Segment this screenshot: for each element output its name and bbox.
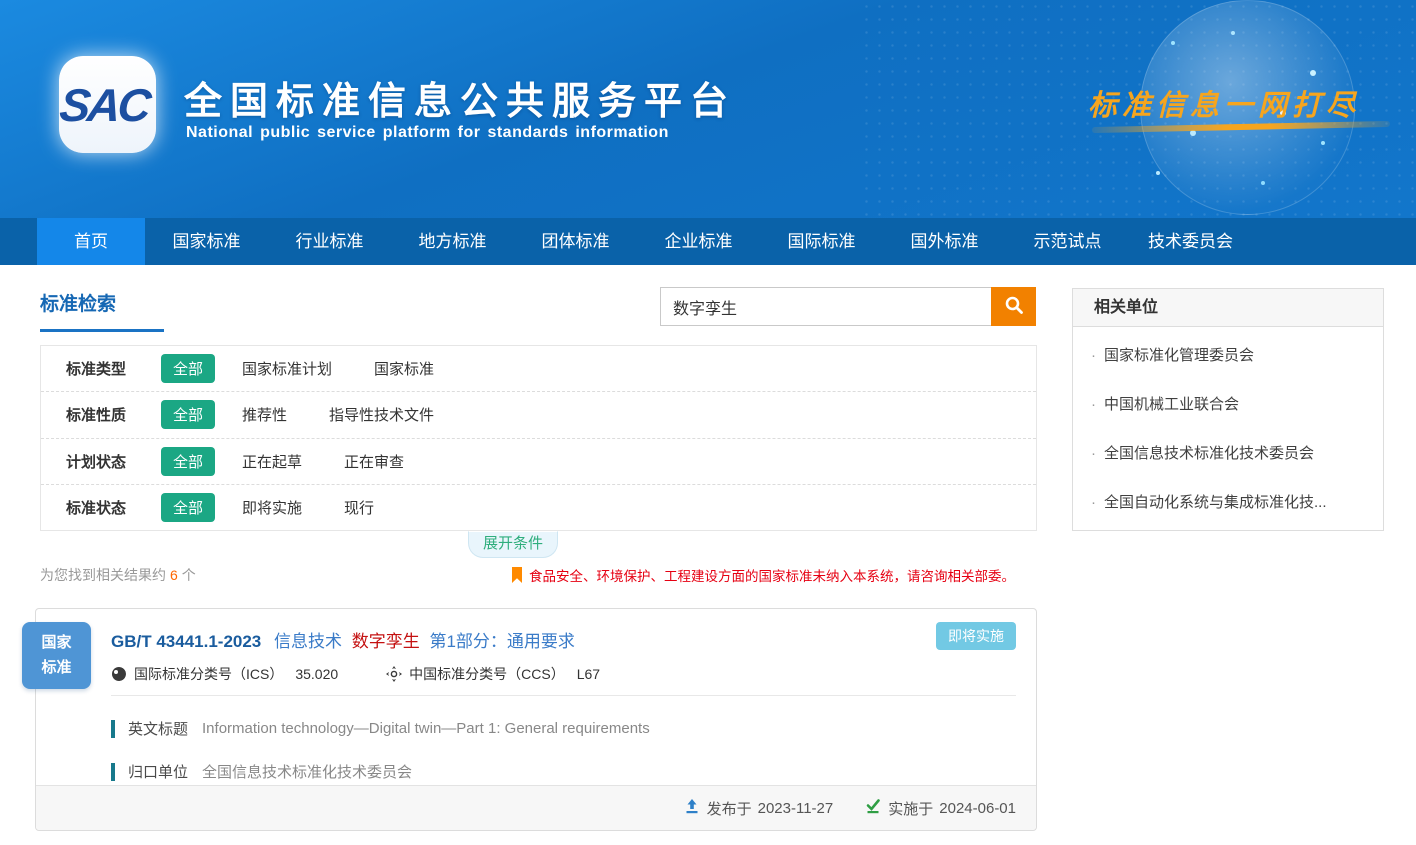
main-nav: 首页国家标准行业标准地方标准团体标准企业标准国际标准国外标准示范试点技术委员会 [0,218,1416,265]
site-subtitle: National public service platform for sta… [186,124,669,142]
ccs-label: 中国标准分类号（CCS） [409,664,565,684]
standard-title-link[interactable]: GB/T 43441.1-2023 信息技术 数字孪生 第1部分：通用要求 [111,627,575,652]
filter-all-button[interactable]: 全部 [161,493,215,522]
results-row: 为您找到相关结果约6个 食品安全、环境保护、工程建设方面的国家标准未纳入本系统，… [40,565,1037,585]
card-footer: 发布于 2023-11-27 实施于 2024-06-01 [36,785,1036,830]
nav-item-9[interactable]: 技术委员会 [1129,218,1252,265]
results-count-prefix: 为您找到相关结果约 [40,567,166,583]
teal-bar [111,720,115,738]
compass-icon [386,666,402,682]
implemented-date: 2024-06-01 [939,800,1016,817]
related-unit-item-2[interactable]: 全国信息技术标准化技术委员会 [1073,429,1383,478]
results-count: 为您找到相关结果约6个 [40,565,196,585]
filter-option[interactable]: 正在审查 [344,451,404,472]
info-value: Information technology—Digital twin—Part… [202,720,650,737]
bookmark-icon [512,567,522,583]
site-header: SAC 全国标准信息公共服务平台 National public service… [0,0,1416,218]
related-unit-item-3[interactable]: 全国自动化系统与集成标准化技... [1073,478,1383,527]
filter-row-0: 标准类型全部 国家标准计划 国家标准 [41,346,1036,392]
filter-row-2: 计划状态全部 正在起草 正在审查 [41,439,1036,485]
filter-option[interactable]: 正在起草 [242,451,302,472]
ics-label: 国际标准分类号（ICS） [134,664,283,684]
filter-label: 计划状态 [66,451,161,472]
related-units-list: 国家标准化管理委员会中国机械工业联合会全国信息技术标准化技术委员会全国自动化系统… [1073,327,1383,531]
status-badge: 即将实施 [936,622,1016,650]
nav-item-4[interactable]: 团体标准 [514,218,637,265]
filter-all-button[interactable]: 全部 [161,447,215,476]
nav-item-5[interactable]: 企业标准 [637,218,760,265]
ccs-value: L67 [577,666,600,682]
filter-row-1: 标准性质全部 推荐性 指导性技术文件 [41,392,1036,438]
ics-group: 国际标准分类号（ICS） 35.020 [111,664,338,684]
page-title-underline [40,329,164,332]
check-icon [865,798,888,818]
standard-type-badge: 国家 标准 [22,622,91,689]
implemented-date-group: 实施于 2024-06-01 [865,798,1016,819]
standard-title-part1: 信息技术 [274,632,342,651]
results-count-suffix: 个 [182,567,196,583]
filter-label: 标准类型 [66,358,161,379]
page-title: 标准检索 [40,289,116,316]
related-units-panel: 相关单位 国家标准化管理委员会中国机械工业联合会全国信息技术标准化技术委员会全国… [1072,288,1384,531]
info-row-0: 英文标题 Information technology—Digital twin—… [111,707,991,750]
ccs-group: 中国标准分类号（CCS） L67 [386,664,600,684]
site-title: 全国标准信息公共服务平台 [184,70,736,125]
upload-icon [684,798,707,818]
filter-option[interactable]: 国家标准 [374,358,434,379]
card-divider [111,695,1016,696]
filter-option[interactable]: 推荐性 [242,404,287,425]
filter-label: 标准状态 [66,497,161,518]
search-input[interactable] [660,287,991,326]
search-icon [1004,295,1024,318]
published-date: 2023-11-27 [758,800,834,817]
standard-title-part2: 第1部分：通用要求 [429,632,574,651]
globe-icon [111,666,127,682]
card-info-rows: 英文标题 Information technology—Digital twin—… [111,707,991,793]
filter-option[interactable]: 现行 [344,497,374,518]
filter-all-button[interactable]: 全部 [161,400,215,429]
sac-logo[interactable]: SAC [59,56,156,153]
expand-conditions-button[interactable]: 展开条件 [468,531,558,558]
filter-all-button[interactable]: 全部 [161,354,215,383]
system-notice-text: 食品安全、环境保护、工程建设方面的国家标准未纳入本系统，请咨询相关部委。 [529,565,1015,585]
nav-item-0[interactable]: 首页 [37,218,145,265]
published-date-group: 发布于 2023-11-27 [684,798,834,819]
filter-option[interactable]: 即将实施 [242,497,302,518]
main-content: 标准检索 标准类型全部国家标准计划国家标准标准性质全部推荐性指导性技术文件计划状… [0,265,1416,845]
filter-row-3: 标准状态全部 即将实施 现行 [41,485,1036,530]
implemented-label: 实施于 [888,798,933,819]
nav-item-3[interactable]: 地方标准 [391,218,514,265]
nav-item-8[interactable]: 示范试点 [1006,218,1129,265]
sac-logo-text: SAC [58,78,158,132]
filter-label: 标准性质 [66,404,161,425]
teal-bar [111,763,115,781]
related-unit-item-0[interactable]: 国家标准化管理委员会 [1073,331,1383,380]
published-label: 发布于 [707,798,752,819]
filter-option[interactable]: 国家标准计划 [242,358,332,379]
nav-item-6[interactable]: 国际标准 [760,218,883,265]
related-units-title: 相关单位 [1073,289,1383,327]
nav-item-2[interactable]: 行业标准 [268,218,391,265]
search-button[interactable] [991,287,1036,326]
site-slogan: 标准信息一网打尽 [1088,82,1360,124]
standard-code: GB/T 43441.1-2023 [111,632,261,651]
nav-item-1[interactable]: 国家标准 [145,218,268,265]
filter-panel: 标准类型全部国家标准计划国家标准标准性质全部推荐性指导性技术文件计划状态全部正在… [40,345,1037,531]
info-label: 归口单位 [128,761,188,782]
ics-value: 35.020 [295,666,338,682]
related-unit-item-1[interactable]: 中国机械工业联合会 [1073,380,1383,429]
result-card: 国家 标准 GB/T 43441.1-2023 信息技术 数字孪生 第1部分：通… [35,608,1037,831]
standard-title-highlight: 数字孪生 [352,632,420,651]
nav-item-7[interactable]: 国外标准 [883,218,1006,265]
info-value: 全国信息技术标准化技术委员会 [202,761,412,782]
classification-row: 国际标准分类号（ICS） 35.020 中国标准分类号（CCS） L67 [111,664,600,684]
results-count-number: 6 [170,567,178,583]
system-notice: 食品安全、环境保护、工程建设方面的国家标准未纳入本系统，请咨询相关部委。 [512,565,1037,585]
filter-option[interactable]: 指导性技术文件 [329,404,434,425]
info-label: 英文标题 [128,718,188,739]
